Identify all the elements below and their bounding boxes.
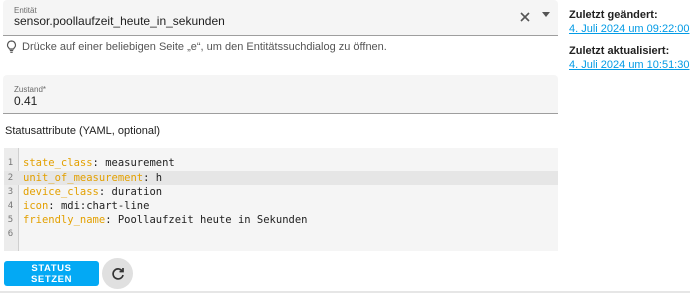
attributes-title: Statusattribute (YAML, optional) (5, 125, 161, 137)
state-field[interactable]: Zustand* 0.41 (3, 75, 558, 114)
code-line-active: 2 unit_of_measurement: h (4, 171, 558, 185)
yaml-value: h (155, 172, 163, 184)
entity-value[interactable]: sensor.poollaufzeit_heute_in_sekunden (14, 14, 225, 28)
yaml-key: icon (23, 200, 49, 212)
lightbulb-icon (6, 40, 17, 53)
last-updated-label: Zuletzt aktualisiert: (569, 45, 670, 57)
yaml-key: device_class (23, 186, 99, 198)
entity-search-hint: Drücke auf einer beliebigen Seite „e“, u… (6, 40, 387, 54)
yaml-value: measurement (105, 157, 175, 169)
yaml-key: friendly_name (23, 214, 106, 226)
code-line: 1 state_class: measurement (4, 156, 558, 170)
code-line: 6 (4, 227, 558, 241)
code-line: 4 icon: mdi:chart-line (4, 199, 558, 213)
line-number: 2 (7, 173, 14, 183)
code-line: 3 device_class: duration (4, 185, 558, 199)
state-label: Zustand* (14, 85, 47, 94)
dropdown-arrow-icon[interactable] (542, 12, 550, 17)
hint-text: Drücke auf einer beliebigen Seite „e“, u… (22, 41, 387, 53)
set-state-button[interactable]: STATUS SETZEN (4, 261, 99, 286)
yaml-key: state_class (23, 157, 93, 169)
last-updated-link[interactable]: 4. Juli 2024 um 10:51:30 (569, 59, 689, 71)
line-number: 4 (7, 201, 14, 211)
yaml-editor[interactable]: 1 state_class: measurement 2 unit_of_mea… (4, 148, 558, 251)
yaml-value: Poollaufzeit heute in Sekunden (117, 214, 308, 226)
line-number: 1 (7, 158, 14, 168)
code-line: 5 friendly_name: Poollaufzeit heute in S… (4, 213, 558, 227)
entity-picker[interactable]: Entität sensor.poollaufzeit_heute_in_sek… (3, 0, 558, 36)
last-changed-label: Zuletzt geändert: (569, 9, 658, 21)
close-icon[interactable] (517, 9, 533, 25)
refresh-button[interactable] (102, 258, 133, 289)
yaml-value: mdi:chart-line (60, 200, 150, 212)
line-number: 6 (7, 229, 14, 239)
state-value[interactable]: 0.41 (14, 94, 37, 108)
yaml-key: unit_of_measurement (23, 172, 144, 184)
yaml-value: duration (111, 186, 163, 198)
refresh-icon (111, 267, 124, 280)
line-number: 3 (7, 187, 14, 197)
last-changed-link[interactable]: 4. Juli 2024 um 09:22:00 (569, 23, 689, 35)
line-number: 5 (7, 215, 14, 225)
